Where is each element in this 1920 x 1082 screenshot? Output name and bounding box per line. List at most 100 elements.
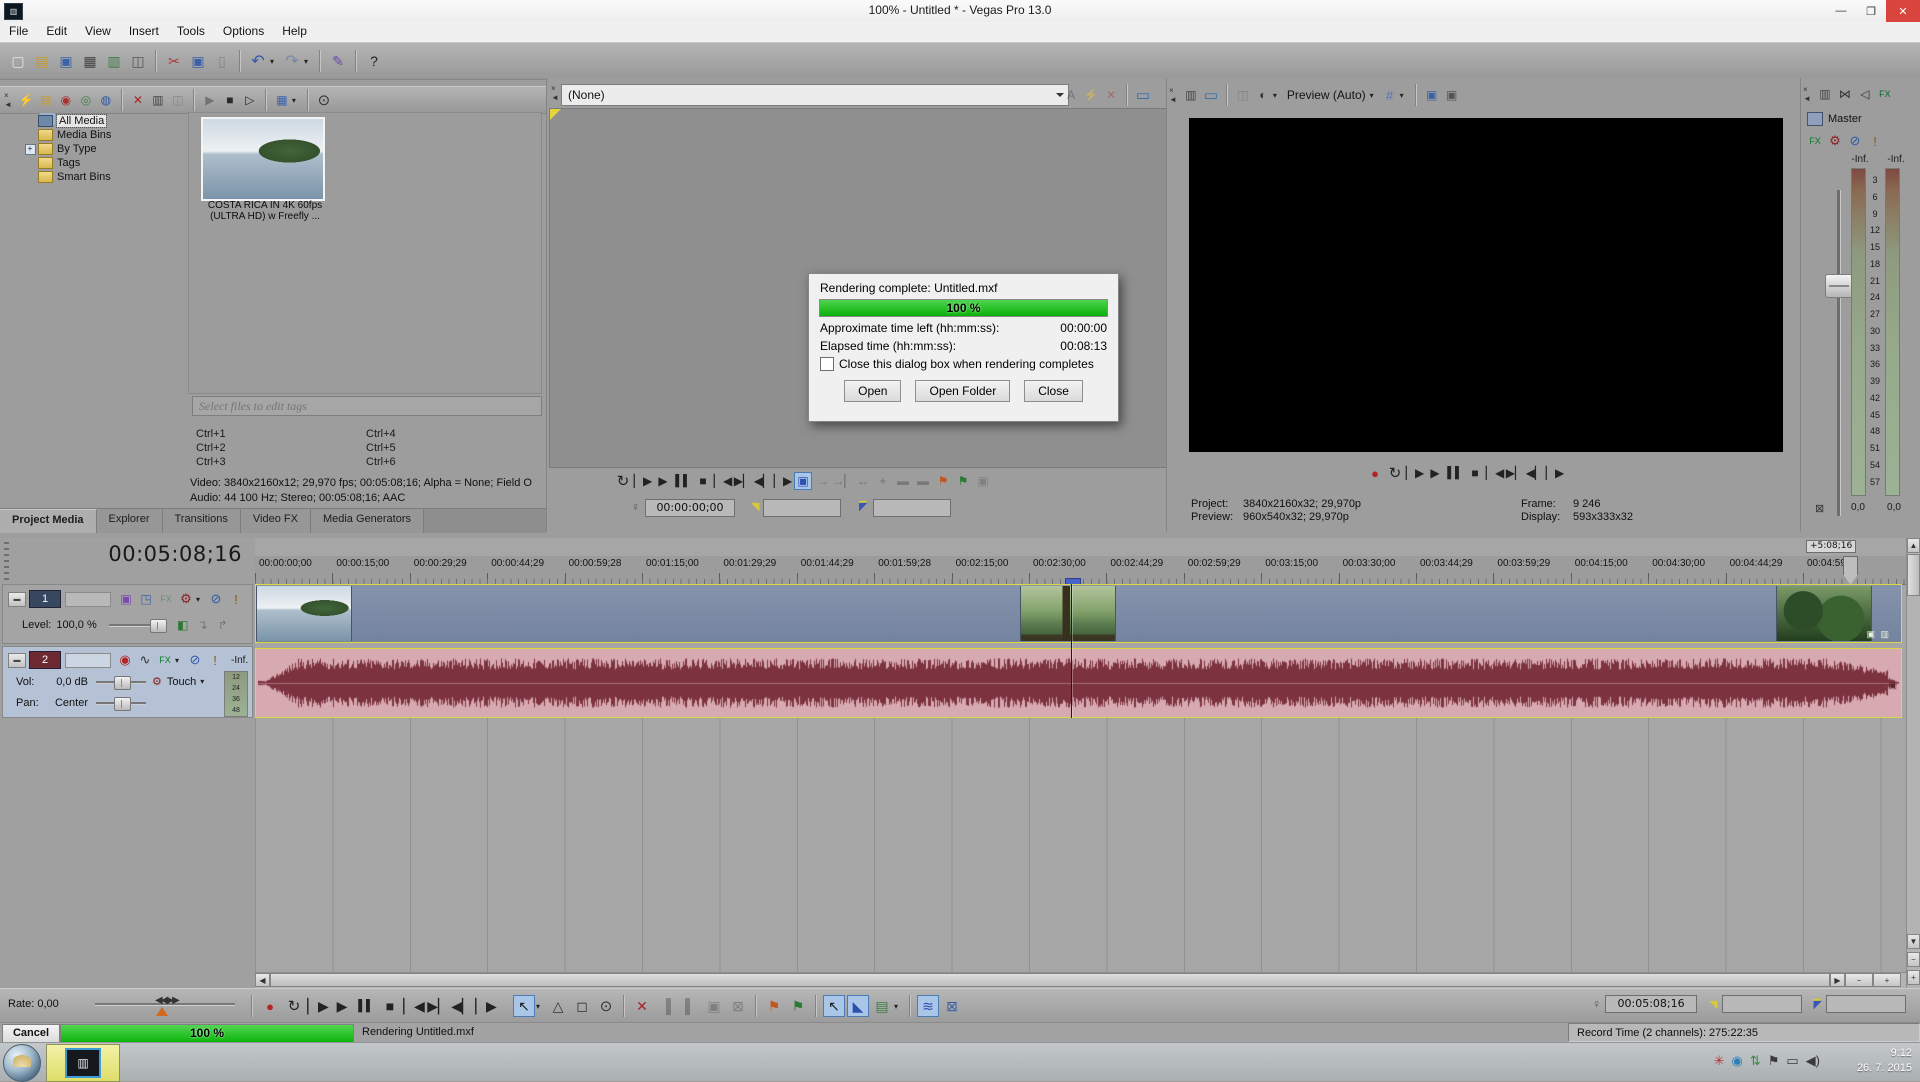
usb-safely-remove-icon[interactable]: ⇅ (1750, 1053, 1761, 1069)
record-icon[interactable]: ● (1366, 464, 1384, 482)
track-fx-icon[interactable]: FX (156, 651, 174, 669)
play-icon[interactable]: ▶ (654, 472, 672, 490)
automation-mode[interactable]: Touch (167, 676, 196, 688)
preview-quality-dropdown[interactable]: Preview (Auto) (1283, 88, 1370, 102)
video-track-header[interactable]: ▬ 1 ▣ ◳ FX ⚙ ▾ ⊘! Level: 100,0 % ◧ ↴ ↱ (2, 584, 253, 644)
expand-icon[interactable]: + (22, 142, 38, 155)
copy-frame-icon[interactable]: ▣ (1423, 86, 1441, 104)
checkbox-icon[interactable] (820, 357, 834, 371)
trimmer-selection-start-field[interactable] (763, 499, 841, 517)
mixer-preferences-icon[interactable]: ▥ (1816, 85, 1834, 103)
next-frame-icon[interactable]: ▏▶ (774, 472, 792, 490)
selection-end-field[interactable] (1826, 995, 1906, 1013)
event-fx-icon[interactable]: ▣ (1888, 680, 1897, 691)
pan-slider[interactable] (96, 697, 146, 711)
close-button[interactable]: ✕ (1886, 0, 1920, 22)
vertical-scrollbar[interactable]: ▲ ▼ − + (1906, 538, 1920, 988)
trimmer-timecode-field[interactable]: 00:00:00;00 (645, 499, 735, 517)
edit-tool-icon[interactable]: ↖ (513, 995, 535, 1017)
trimmer-selection-end-field[interactable] (873, 499, 951, 517)
audio-track-header[interactable]: ▬ 2 ◉ ∿ FX ▾ ⊘! -Inf. Vol: 0,0 dB ⚙ Touch ▾ … (2, 646, 253, 718)
quantize-icon[interactable]: ▤ (871, 995, 893, 1017)
chevron-down-icon[interactable]: ▾ (304, 57, 312, 66)
taskbar-app-vegas[interactable]: ▥ (46, 1044, 120, 1082)
track-zoom-in-icon[interactable]: + (1907, 970, 1920, 985)
menu-view[interactable]: View (76, 22, 120, 40)
marker-bar[interactable]: +5:08;16 (255, 538, 1906, 557)
chevron-down-icon[interactable]: ▾ (1370, 91, 1378, 100)
vol-slider-handle[interactable] (114, 675, 131, 690)
tree-item-tags[interactable]: Tags (22, 156, 184, 169)
chevron-down-icon[interactable]: ▾ (175, 656, 183, 665)
chevron-down-icon[interactable]: ▾ (196, 595, 204, 604)
automation-settings-icon[interactable]: ⚙ (1826, 132, 1844, 150)
start-button[interactable] (3, 1044, 41, 1082)
mute-icon[interactable]: ⊘ (1846, 132, 1864, 150)
play-start-icon[interactable]: ▏▶ (307, 995, 329, 1017)
go-start-icon[interactable]: ▏◀ (403, 995, 425, 1017)
tree-item-by-type[interactable]: + By Type (22, 142, 184, 155)
zoom-out-icon[interactable]: − (1845, 973, 1873, 987)
capture-video-icon[interactable]: ◉ (57, 91, 75, 109)
prev-frame-icon[interactable]: ◀▏ (754, 472, 772, 490)
menu-insert[interactable]: Insert (120, 22, 168, 40)
track-fx-icon[interactable]: FX (1806, 132, 1824, 150)
compositing-mode-icon[interactable]: ◧ (174, 616, 192, 634)
menu-edit[interactable]: Edit (37, 22, 76, 40)
prev-frame-icon[interactable]: ◀▏ (1526, 464, 1544, 482)
track-zoom-out-icon[interactable]: − (1907, 952, 1920, 967)
whats-this-icon[interactable]: ? (363, 50, 385, 72)
lock-icon[interactable]: ⊠ (1815, 502, 1824, 515)
pin-panel-icon[interactable]: ◄ (1169, 95, 1177, 104)
automation-settings-icon[interactable]: ⚙ (152, 675, 162, 688)
close-panel-icon[interactable]: × (1803, 85, 1811, 94)
mute-icon[interactable]: ⊘ (186, 651, 204, 669)
next-frame-icon[interactable]: ▏▶ (1546, 464, 1564, 482)
tab-media-generators[interactable]: Media Generators (310, 509, 424, 533)
selection-start-field[interactable] (1721, 995, 1802, 1013)
tab-project-media[interactable]: Project Media (0, 509, 97, 533)
pan-value[interactable]: Center (46, 697, 88, 709)
grid-snap-icon[interactable]: ◣ (847, 995, 869, 1017)
loop-icon[interactable]: ↻ (614, 472, 632, 490)
timeline-empty-area[interactable] (255, 718, 1906, 972)
views-icon[interactable]: ▦ (273, 91, 291, 109)
record-arm-icon[interactable]: ◉ (116, 651, 134, 669)
search-icon[interactable]: ⊙ (315, 91, 333, 109)
open-in-trimmer-icon[interactable]: ▥ (103, 50, 125, 72)
save-frame-icon[interactable]: ▣ (1443, 86, 1461, 104)
close-dialog-checkbox[interactable]: Close this dialog box when rendering com… (820, 357, 1094, 371)
pin-panel-icon[interactable]: ◄ (4, 100, 12, 109)
color-channel-icon[interactable]: ◐ (1254, 86, 1272, 104)
horizontal-scrollbar[interactable]: ◀ ▶ − + (255, 972, 1906, 988)
tree-item-media-bins[interactable]: Media Bins (22, 128, 184, 141)
go-start-icon[interactable]: ▏◀ (714, 472, 732, 490)
tab-transitions[interactable]: Transitions (162, 509, 241, 533)
menu-help[interactable]: Help (273, 22, 316, 40)
automation-settings-icon[interactable]: ⚙ (177, 590, 195, 608)
end-marker-tag[interactable]: +5:08;16 (1806, 540, 1857, 553)
external-monitor-icon[interactable]: ▭ (1202, 86, 1220, 104)
play-start-icon[interactable]: ▏▶ (1406, 464, 1424, 482)
antivirus-icon[interactable]: ✳ (1714, 1053, 1725, 1069)
dialog-button-open[interactable]: Open (844, 380, 902, 402)
tab-video-fx[interactable]: Video FX (240, 509, 311, 533)
dim-output-icon[interactable]: ◁ (1856, 85, 1874, 103)
audio-event[interactable]: ▣ (255, 648, 1902, 718)
envelope-tool-icon[interactable]: △ (547, 995, 569, 1017)
minimize-button[interactable]: — (1826, 0, 1856, 22)
chevron-down-icon[interactable]: ▾ (1273, 91, 1281, 100)
volume-icon[interactable]: ◀) (1806, 1053, 1820, 1069)
auto-ripple-icon[interactable]: ≋ (917, 995, 939, 1017)
pause-icon[interactable]: ▌▌ (355, 995, 377, 1017)
taskbar-clock[interactable]: 9:12 26. 7. 2015 (1826, 1046, 1912, 1076)
track-name-field[interactable] (65, 652, 111, 668)
bypass-motion-blur-icon[interactable]: ▣ (117, 590, 135, 608)
region-icon[interactable]: ⚑ (787, 995, 809, 1017)
media-thumbnail[interactable] (200, 116, 326, 202)
scrollbar-thumb[interactable] (270, 973, 1830, 987)
downmix-icon[interactable]: ⋈ (1836, 85, 1854, 103)
scrollbar-thumb[interactable] (1907, 554, 1920, 596)
chevron-down-icon[interactable]: ▾ (270, 57, 278, 66)
mute-icon[interactable]: ⊘ (207, 590, 225, 608)
